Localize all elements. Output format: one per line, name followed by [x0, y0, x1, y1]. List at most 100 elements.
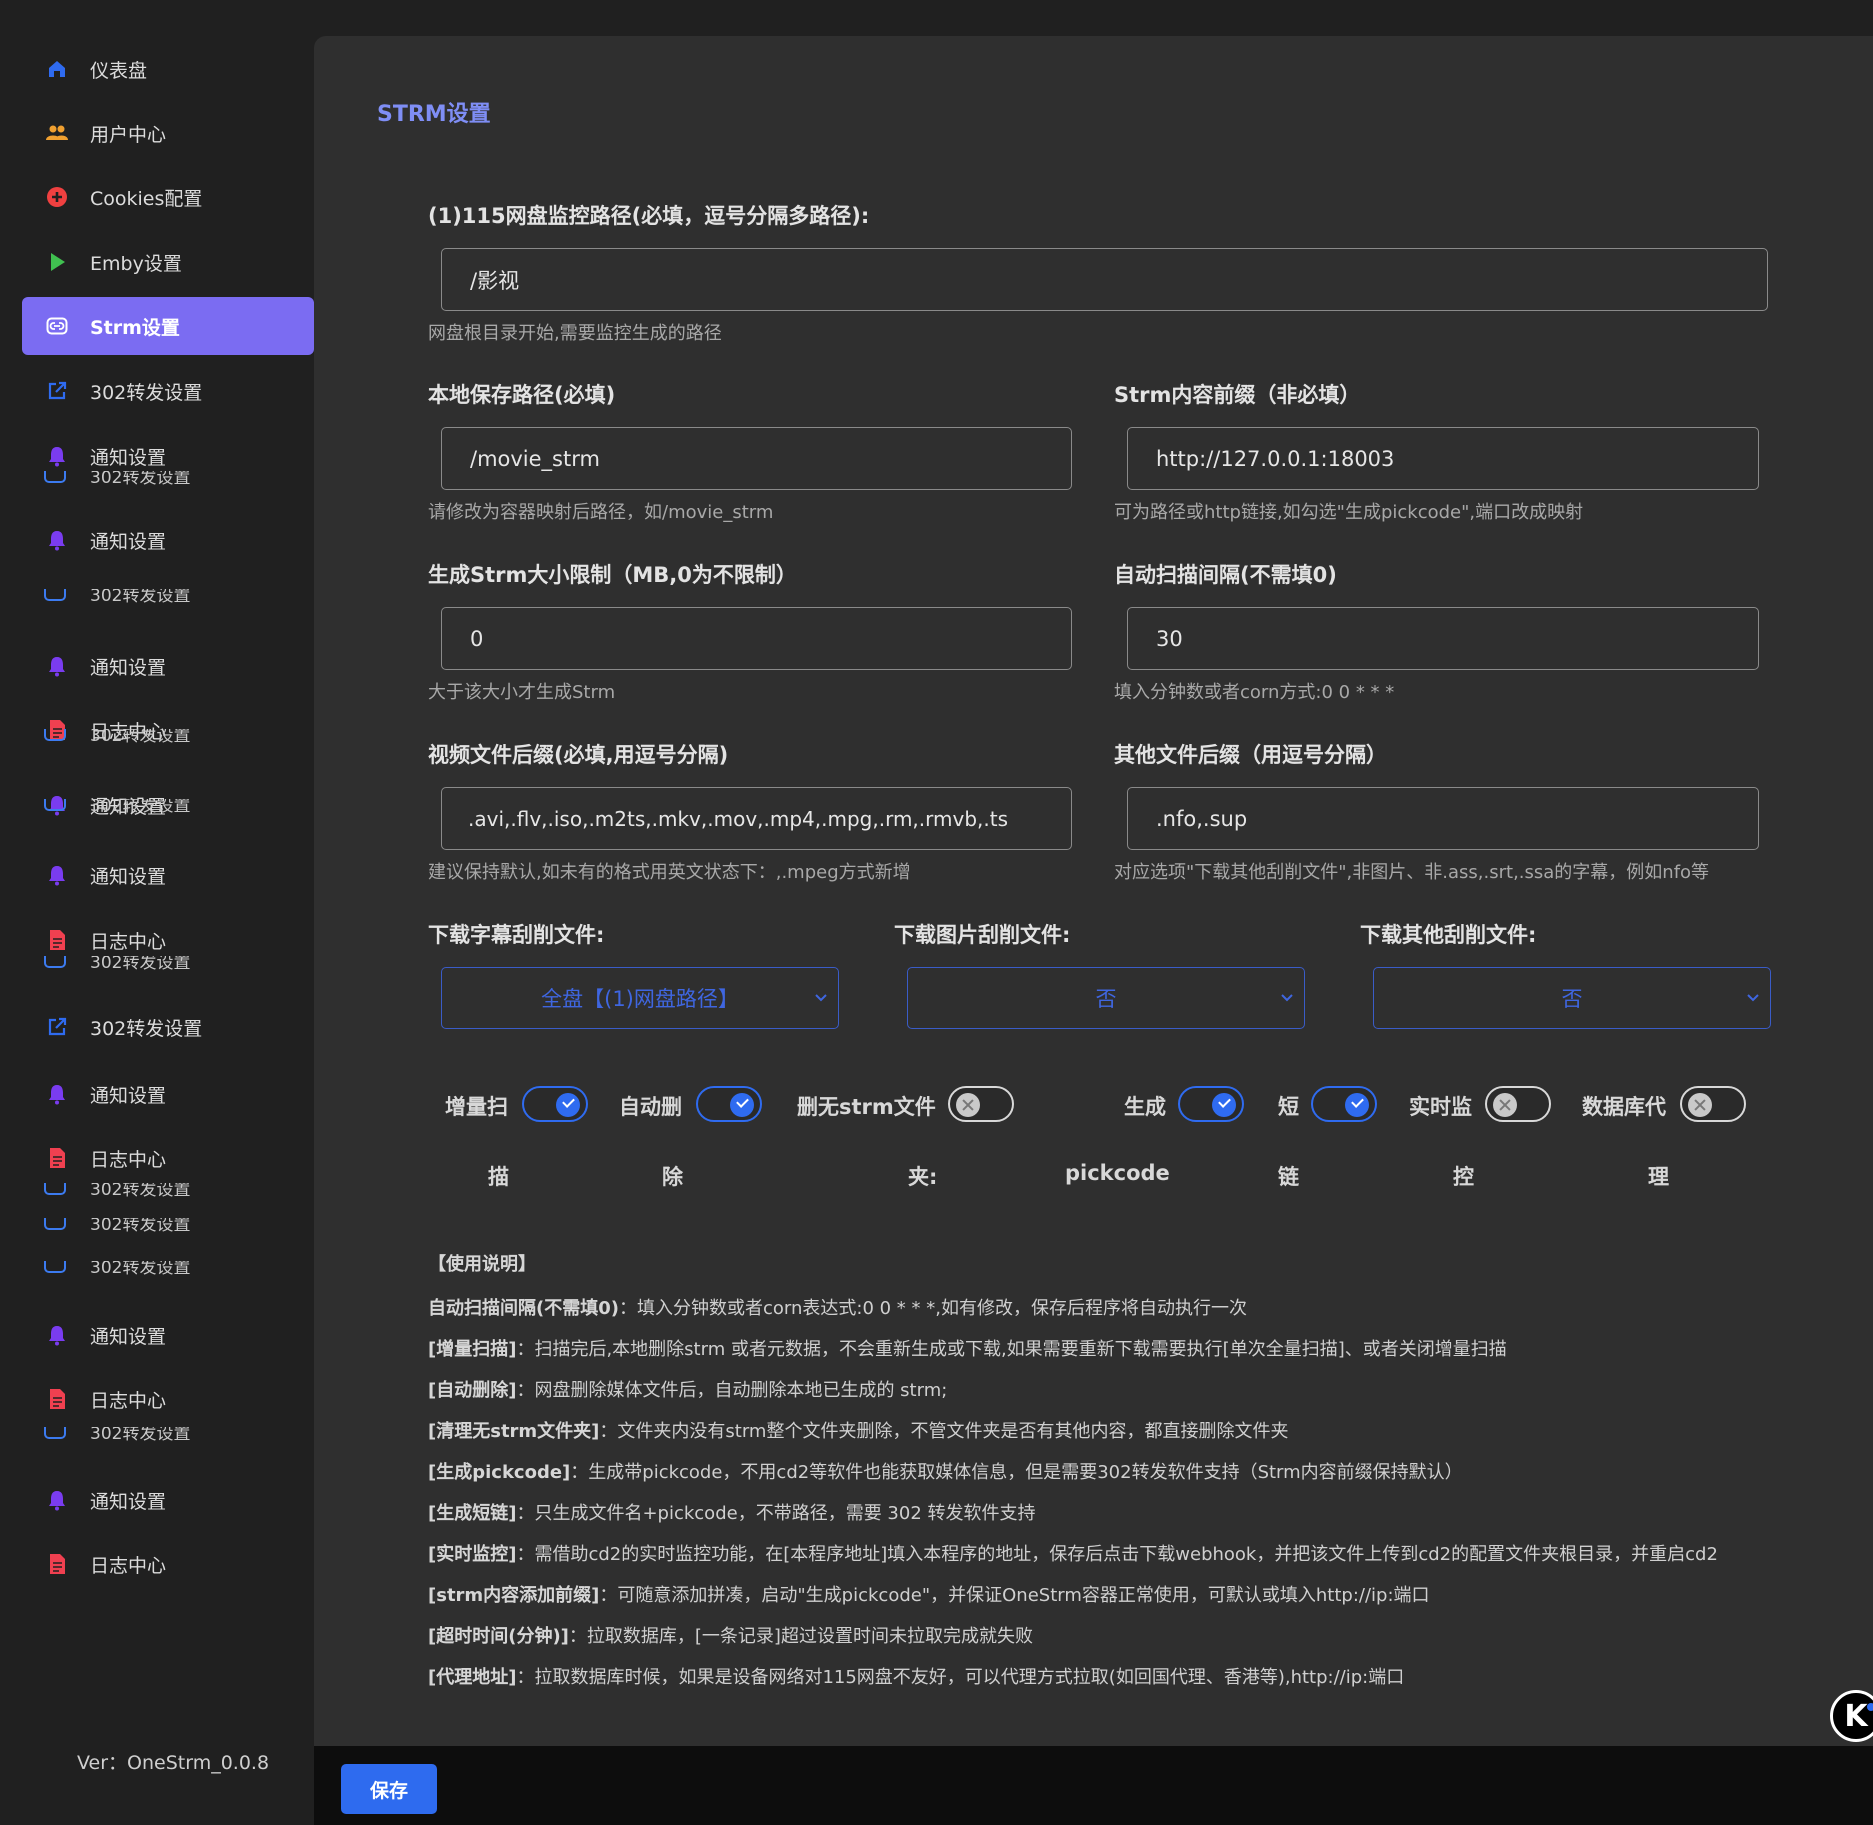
sidebar-item-label: 日志中心 — [90, 1389, 167, 1412]
gen-pickcode-toggle[interactable] — [1178, 1086, 1244, 1122]
sidebar-item[interactable]: 通知设置 — [22, 637, 314, 695]
other-ext-input[interactable]: .nfo,.sup — [1127, 787, 1759, 850]
usage-line: [实时监控]：需借助cd2的实时监控功能，在[本程序地址]填入本程序的地址，保存… — [428, 1542, 1768, 1568]
sidebar-item-label: 日志中心 — [90, 1148, 167, 1171]
chevron-down-icon — [815, 994, 827, 1002]
sidebar-item[interactable]: 通知设置 — [22, 1306, 314, 1364]
link-icon — [44, 313, 70, 339]
db-proxy-label-cont: 理 — [1648, 1165, 1669, 1189]
usage-line-text: ：文件夹内没有strm整个文件夹删除，不管文件夹是否有其他内容，都直接删除文件夹 — [599, 1421, 1289, 1442]
db-proxy-toggle[interactable] — [1680, 1086, 1746, 1122]
image-select-value: 否 — [1095, 987, 1117, 1011]
usage-line-key: [生成pickcode] — [428, 1462, 571, 1483]
sidebar-ghost-label: 302转发设置 — [44, 1218, 190, 1238]
usage-line: [代理地址]：拉取数据库时候，如果是设备网络对115网盘不友好，可以代理方式拉取… — [428, 1665, 1768, 1691]
usage-line-key: [实时监控] — [428, 1544, 517, 1565]
sidebar-item[interactable]: 302转发设置 — [22, 998, 314, 1056]
sidebar-item-label: 通知设置 — [90, 530, 167, 553]
size-limit-input[interactable]: 0 — [441, 607, 1072, 670]
local-path-input[interactable]: /movie_strm — [441, 427, 1072, 490]
sidebar-item[interactable]: 日志中心 — [22, 1129, 314, 1187]
sidebar-item[interactable]: 通知设置 — [22, 1471, 314, 1529]
usage-notes: 【使用说明】 自动扫描间隔(不需填0)：填入分钟数或者corn表达式:0 0 *… — [428, 1250, 1768, 1706]
sidebar-item-label: 日志中心 — [90, 930, 167, 953]
size-limit-label: 生成Strm大小限制（MB,0为不限制） — [428, 563, 797, 587]
usage-line-text: ：网盘删除媒体文件后，自动删除本地已生成的 strm; — [516, 1380, 948, 1401]
sidebar-item-label: 用户中心 — [90, 123, 167, 146]
subtitle-select[interactable]: 全盘【(1)网盘路径】 — [441, 967, 839, 1029]
sidebar-item[interactable]: 日志中心 — [22, 1370, 314, 1428]
usage-line: [自动删除]：网盘删除媒体文件后，自动删除本地已生成的 strm; — [428, 1378, 1768, 1404]
bell-icon — [44, 1487, 70, 1513]
local-path-label: 本地保存路径(必填) — [428, 383, 616, 407]
version-label: Ver：OneStrm_0.0.8 — [77, 1752, 270, 1774]
sidebar-item[interactable]: 通知设置 — [22, 511, 314, 569]
sidebar-item[interactable]: Cookies配置 — [22, 168, 314, 226]
image-select[interactable]: 否 — [907, 967, 1305, 1029]
file-icon — [44, 1551, 70, 1577]
other-ext-hint: 对应选项"下载其他刮削文件",非图片、非.ass,.srt,.ssa的字幕，例如… — [1114, 862, 1710, 883]
usage-line-key: [清理无strm文件夹] — [428, 1421, 600, 1442]
sidebar-ghost-label: 302转发设置 — [44, 1183, 190, 1203]
bell-icon — [44, 862, 70, 888]
save-button[interactable]: 保存 — [341, 1764, 437, 1814]
external-link-icon — [44, 378, 70, 404]
file-icon — [44, 1386, 70, 1412]
sidebar-item-label: Strm设置 — [90, 316, 180, 339]
sidebar-item-label: 通知设置 — [90, 1084, 167, 1107]
short-link-label: 短 — [1278, 1095, 1299, 1119]
bell-icon — [44, 443, 70, 469]
sidebar-item[interactable]: 302转发设置 — [22, 362, 314, 420]
delete-empty-folder-toggle[interactable] — [948, 1086, 1014, 1122]
sidebar-item[interactable]: 日志中心 — [22, 1535, 314, 1593]
usage-line: [生成pickcode]：生成带pickcode，不用cd2等软件也能获取媒体信… — [428, 1460, 1768, 1486]
auto-delete-toggle[interactable] — [696, 1086, 762, 1122]
gen-pickcode-label: 生成 — [1124, 1095, 1166, 1119]
sidebar-ghost-label: 302转发设置 — [44, 1261, 190, 1281]
sidebar-item[interactable]: 通知设置 — [22, 846, 314, 904]
realtime-monitor-toggle[interactable] — [1485, 1086, 1551, 1122]
short-link-toggle[interactable] — [1311, 1086, 1377, 1122]
auto-delete-label-cont: 除 — [662, 1165, 683, 1189]
scan-interval-hint: 填入分钟数或者corn方式:0 0 * * * — [1114, 682, 1395, 703]
sidebar-item-label: 302转发设置 — [90, 381, 203, 404]
plus-circle-icon — [44, 184, 70, 210]
sidebar-item-label: 通知设置 — [90, 865, 167, 888]
k-badge-icon[interactable]: K — [1830, 1690, 1873, 1742]
chevron-down-icon — [1281, 994, 1293, 1002]
sidebar: 仪表盘 用户中心 Cookies配置 Emby设置 Strm设置 302转发设置 通知设置通… — [0, 0, 314, 1825]
usage-line-text: ：只生成文件名+pickcode，不带路径，需要 302 转发软件支持 — [516, 1503, 1036, 1524]
other-select[interactable]: 否 — [1373, 967, 1771, 1029]
monitor-path-input[interactable]: /影视 — [441, 248, 1768, 311]
monitor-path-hint: 网盘根目录开始,需要监控生成的路径 — [428, 323, 722, 344]
monitor-path-label: (1)115网盘监控路径(必填，逗号分隔多路径): — [428, 204, 870, 228]
other-select-value: 否 — [1561, 987, 1583, 1011]
sidebar-item-label: Cookies配置 — [90, 187, 203, 210]
page-title: STRM设置 — [377, 102, 491, 127]
scan-interval-input[interactable]: 30 — [1127, 607, 1759, 670]
bell-icon — [44, 1322, 70, 1348]
sidebar-item[interactable]: Strm设置 — [22, 297, 314, 355]
chevron-down-icon — [1747, 994, 1759, 1002]
incremental-scan-label-cont: 描 — [488, 1165, 509, 1189]
usage-line: [生成短链]：只生成文件名+pickcode，不带路径，需要 302 转发软件支… — [428, 1501, 1768, 1527]
strm-prefix-input[interactable]: http://127.0.0.1:18003 — [1127, 427, 1759, 490]
subtitle-select-value: 全盘【(1)网盘路径】 — [541, 987, 739, 1011]
incremental-scan-toggle[interactable] — [522, 1086, 588, 1122]
realtime-monitor-label-cont: 控 — [1453, 1165, 1474, 1189]
sidebar-item[interactable]: Emby设置 — [22, 233, 314, 291]
sidebar-item-label: 日志中心 — [90, 1554, 167, 1577]
video-ext-input[interactable]: .avi,.flv,.iso,.m2ts,.mkv,.mov,.mp4,.mpg… — [441, 787, 1072, 850]
sidebar-item[interactable]: 仪表盘 — [22, 40, 314, 98]
sidebar-item[interactable]: 通知设置 — [22, 1065, 314, 1123]
sidebar-item-label: 仪表盘 — [90, 59, 148, 82]
play-icon — [44, 249, 70, 275]
subtitle-select-label: 下载字幕刮削文件: — [428, 923, 605, 947]
usage-line: [超时时间(分钟)]：拉取数据库，[一条记录]超过设置时间未拉取完成就失败 — [428, 1624, 1768, 1650]
sidebar-item[interactable]: 用户中心 — [22, 104, 314, 162]
image-select-label: 下载图片刮削文件: — [894, 923, 1071, 947]
db-proxy-label: 数据库代 — [1582, 1095, 1666, 1119]
usage-line: 自动扫描间隔(不需填0)：填入分钟数或者corn表达式:0 0 * * *,如有… — [428, 1296, 1768, 1322]
file-icon — [44, 1145, 70, 1171]
other-select-label: 下载其他刮削文件: — [1360, 923, 1537, 947]
